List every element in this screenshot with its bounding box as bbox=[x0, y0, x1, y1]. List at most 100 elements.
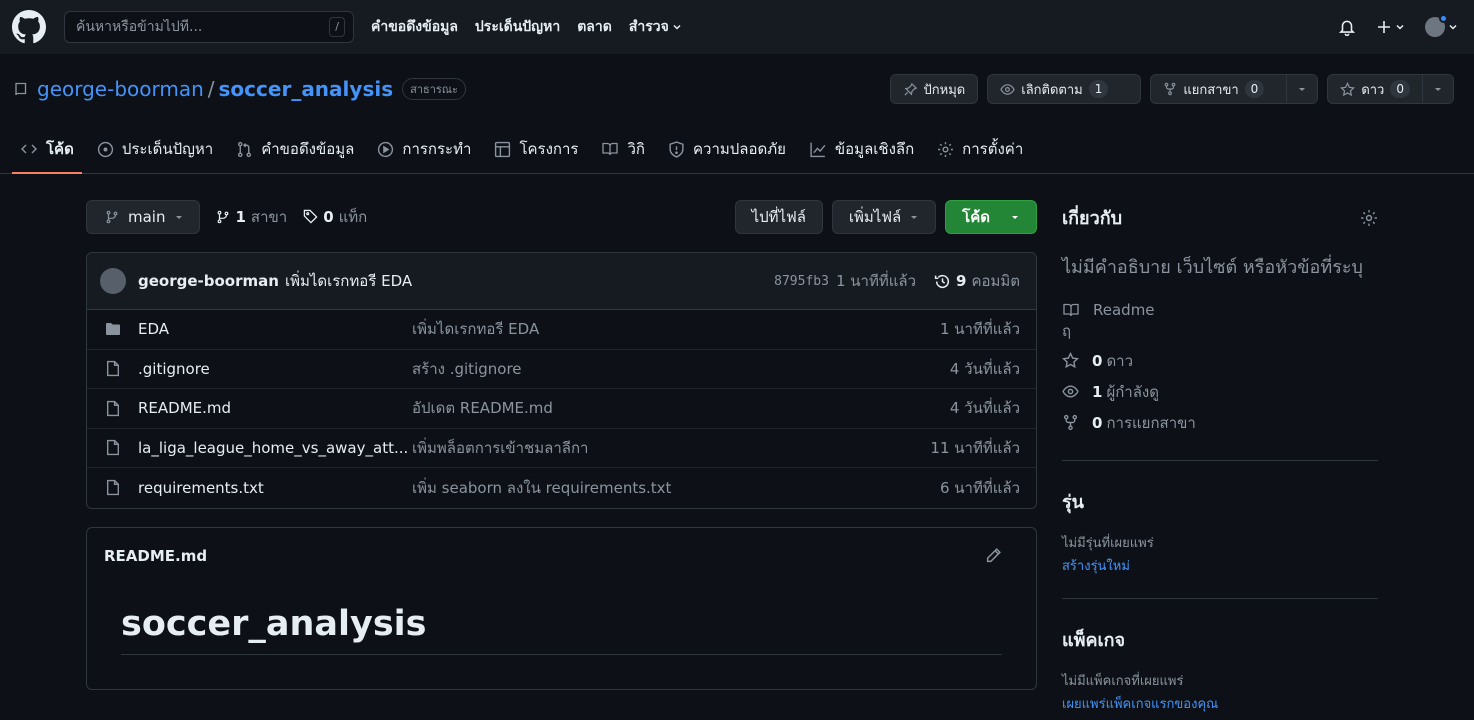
repo-name-link[interactable]: soccer_analysis bbox=[219, 77, 394, 101]
tab-label: โค้ด bbox=[46, 140, 74, 158]
watchers-count: 1 bbox=[1092, 382, 1103, 401]
chevron-down-icon bbox=[1449, 24, 1457, 30]
github-logo-icon[interactable] bbox=[12, 10, 46, 44]
file-row[interactable]: la_liga_league_home_vs_away_att... เพิ่ม… bbox=[87, 429, 1036, 468]
avatar bbox=[1425, 14, 1448, 37]
search-shortcut-key: / bbox=[329, 17, 345, 37]
eye-icon bbox=[1000, 83, 1015, 95]
unwatch-label: เลิกติดตาม bbox=[1021, 82, 1083, 98]
avatar[interactable] bbox=[100, 268, 126, 294]
go-to-file-button[interactable]: ไปที่ไฟล์ bbox=[734, 199, 823, 234]
unwatch-button[interactable]: เลิกติดตาม 1 bbox=[987, 74, 1142, 104]
file-commit-message[interactable]: เพิ่ม seaborn ลงใน requirements.txt bbox=[412, 476, 940, 500]
tab-security[interactable]: ความปลอดภัย bbox=[660, 125, 794, 173]
fork-icon bbox=[1063, 414, 1078, 431]
tab-label: ประเด็นปัญหา bbox=[121, 140, 214, 158]
eye-icon bbox=[1062, 385, 1079, 398]
code-button-label: โค้ด bbox=[962, 207, 990, 226]
star-icon bbox=[1340, 81, 1356, 96]
pin-button[interactable]: ปักหมุด bbox=[889, 74, 979, 104]
file-name[interactable]: requirements.txt bbox=[138, 479, 412, 497]
file-navigation: main 1 สาขา 0 แท็ก ไปที่ไฟล์ เพิ่มไฟล์ โ… bbox=[86, 199, 1037, 234]
create-new-menu[interactable] bbox=[1376, 19, 1405, 35]
triangle-down-icon bbox=[911, 215, 918, 219]
file-name[interactable]: la_liga_league_home_vs_away_att... bbox=[138, 439, 412, 457]
nav-marketplace[interactable]: ตลาด bbox=[577, 16, 612, 38]
commit-message[interactable]: เพิ่มไดเรกทอรี EDA bbox=[285, 269, 412, 293]
star-dropdown[interactable] bbox=[1422, 75, 1453, 103]
tab-actions[interactable]: การกระทำ bbox=[369, 125, 479, 173]
create-release-link[interactable]: สร้างรุ่นใหม่ bbox=[1062, 555, 1378, 576]
file-row[interactable]: README.md อัปเดต README.md 4 วันที่แล้ว bbox=[87, 389, 1036, 429]
about-stats: Readme ฤ 0 ดาว 1 ผู้กำลังดู 0 การแยกสาขา bbox=[1062, 299, 1378, 438]
fork-button[interactable]: แยกสาขา 0 bbox=[1151, 75, 1286, 103]
file-commit-message[interactable]: เพิ่มไดเรกทอรี EDA bbox=[412, 317, 940, 341]
commit-sha[interactable]: 8795fb3 bbox=[774, 274, 829, 289]
search-input[interactable] bbox=[76, 19, 306, 35]
star-button[interactable]: ดาว 0 bbox=[1328, 75, 1422, 103]
file-name[interactable]: EDA bbox=[138, 320, 412, 338]
readme-link[interactable]: Readme bbox=[1062, 299, 1378, 321]
forks-label: การแยกสาขา bbox=[1106, 413, 1196, 432]
repo-actions: ปักหมุด เลิกติดตาม 1 แยกสาขา 0 ดาว 0 bbox=[889, 74, 1461, 104]
tab-wiki[interactable]: วิกิ bbox=[593, 125, 653, 173]
visibility-badge: สาธารณะ bbox=[402, 78, 466, 100]
file-commit-message[interactable]: อัปเดต README.md bbox=[412, 396, 950, 420]
tab-label: โครงการ bbox=[519, 140, 579, 158]
code-button[interactable]: โค้ด bbox=[945, 199, 1037, 234]
file-row[interactable]: EDA เพิ่มไดเรกทอรี EDA 1 นาทีที่แล้ว bbox=[87, 310, 1036, 350]
branch-selector[interactable]: main bbox=[86, 199, 201, 234]
watchers-link[interactable]: 1 ผู้กำลังดู bbox=[1062, 376, 1378, 407]
code-icon bbox=[21, 144, 37, 154]
about-description: ไม่มีคำอธิบาย เว็บไซต์ หรือหัวข้อที่ระบุ bbox=[1062, 257, 1363, 278]
tab-projects[interactable]: โครงการ bbox=[486, 125, 586, 173]
readme-sub: ฤ bbox=[1062, 321, 1378, 345]
book-icon bbox=[602, 142, 619, 156]
repo-sidebar: เกี่ยวกับ ไม่มีคำอธิบาย เว็บไซต์ หรือหัว… bbox=[1062, 174, 1378, 714]
file-row[interactable]: .gitignore สร้าง .gitignore 4 วันที่แล้ว bbox=[87, 350, 1036, 389]
nav-pull-requests[interactable]: คำขอดึงข้อมูล bbox=[371, 16, 458, 38]
readme-link-label: Readme bbox=[1093, 301, 1155, 319]
branch-icon bbox=[218, 210, 229, 223]
branch-count: 1 bbox=[235, 207, 246, 226]
stars-link[interactable]: 0 ดาว bbox=[1062, 345, 1378, 376]
star-label: ดาว bbox=[1361, 82, 1385, 98]
gear-icon[interactable] bbox=[1360, 209, 1378, 227]
repo-owner-link[interactable]: george-boorman bbox=[37, 77, 204, 101]
tab-code[interactable]: โค้ด bbox=[12, 125, 82, 174]
commit-history-link[interactable]: 9 คอมมิต bbox=[934, 269, 1020, 293]
file-commit-message[interactable]: สร้าง .gitignore bbox=[412, 357, 950, 381]
file-name[interactable]: README.md bbox=[138, 399, 412, 417]
forks-link[interactable]: 0 การแยกสาขา bbox=[1062, 407, 1378, 438]
star-count: 0 bbox=[1390, 80, 1410, 98]
user-menu[interactable] bbox=[1425, 14, 1458, 37]
publish-package-link[interactable]: เผยแพร่แพ็คเกจแรกของคุณ bbox=[1062, 693, 1378, 714]
bell-icon[interactable] bbox=[1338, 18, 1356, 36]
tab-label: คำขอดึงข้อมูล bbox=[261, 140, 355, 158]
file-row[interactable]: requirements.txt เพิ่ม seaborn ลงใน requ… bbox=[87, 468, 1036, 508]
nav-issues[interactable]: ประเด็นปัญหา bbox=[475, 16, 560, 38]
add-file-button[interactable]: เพิ่มไฟล์ bbox=[831, 199, 937, 234]
file-icon bbox=[106, 440, 120, 456]
readme-heading: soccer_analysis bbox=[121, 604, 1002, 655]
tab-pull-requests[interactable]: คำขอดึงข้อมูล bbox=[228, 125, 362, 173]
branch-name: main bbox=[128, 207, 166, 226]
commit-author[interactable]: george-boorman bbox=[138, 272, 279, 290]
tab-label: การตั้งค่า bbox=[962, 140, 1024, 158]
tab-issues[interactable]: ประเด็นปัญหา bbox=[89, 125, 221, 173]
tags-link[interactable]: 0 แท็ก bbox=[303, 205, 367, 229]
file-date: 11 นาทีที่แล้ว bbox=[930, 438, 1020, 457]
shield-icon bbox=[669, 140, 684, 158]
file-commit-message[interactable]: เพิ่มพล็อตการเข้าชมลาลีกา bbox=[412, 436, 930, 460]
branches-link[interactable]: 1 สาขา bbox=[216, 205, 287, 229]
fork-dropdown[interactable] bbox=[1286, 75, 1317, 103]
pencil-icon[interactable] bbox=[985, 547, 1002, 564]
chevron-down-icon bbox=[1396, 24, 1404, 30]
commit-meta: 8795fb3 1 นาทีที่แล้ว 9 คอมมิต bbox=[774, 269, 1020, 293]
file-name[interactable]: .gitignore bbox=[138, 360, 412, 378]
branch-icon bbox=[106, 210, 118, 223]
nav-explore[interactable]: สำรวจ bbox=[629, 16, 682, 38]
global-search[interactable]: / bbox=[64, 11, 354, 43]
tab-insights[interactable]: ข้อมูลเชิงลึก bbox=[801, 125, 922, 173]
tab-settings[interactable]: การตั้งค่า bbox=[929, 125, 1031, 173]
